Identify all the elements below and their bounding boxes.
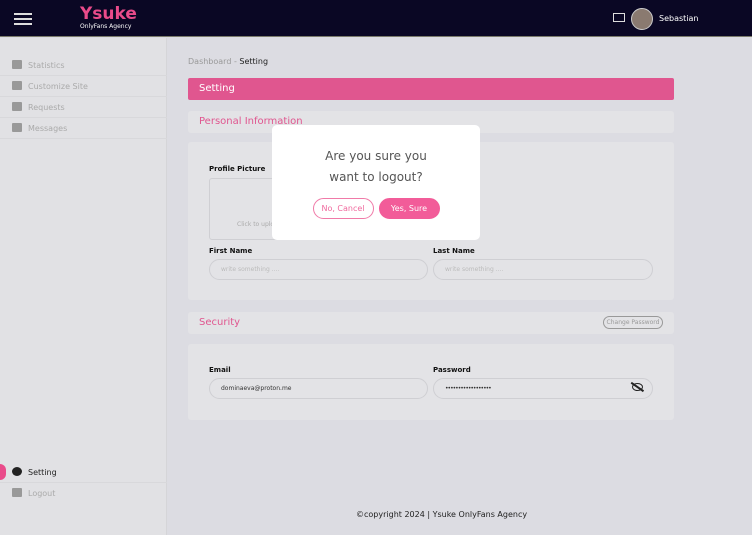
email-field[interactable]: dominaeva@proton.me: [209, 378, 428, 399]
last-name-label: Last Name: [433, 247, 475, 255]
mail-icon[interactable]: [613, 13, 625, 22]
last-name-input[interactable]: write something ....: [433, 259, 653, 280]
sidebar-item-messages[interactable]: Messages: [0, 118, 167, 139]
hamburger-menu-icon[interactable]: [14, 13, 32, 25]
customize-icon: [12, 81, 22, 90]
sidebar-item-label: Statistics: [28, 60, 65, 70]
sidebar-item-label: Customize Site: [28, 81, 88, 91]
profile-picture-label: Profile Picture: [209, 165, 266, 173]
top-header: Ysuke OnlyFans Agency Sebastian: [0, 0, 752, 37]
dialog-question: Are you sure you want to logout?: [325, 149, 427, 184]
breadcrumb: Dashboard - Setting: [188, 57, 268, 66]
confirm-logout-button[interactable]: Yes, Sure: [378, 198, 440, 219]
sidebar-item-setting[interactable]: Setting: [0, 462, 167, 483]
logout-icon: [12, 488, 22, 497]
logo[interactable]: Ysuke OnlyFans Agency: [80, 5, 137, 30]
footer-copyright: ©copyright 2024 | Ysuke OnlyFans Agency: [356, 510, 528, 519]
user-name[interactable]: Sebastian: [659, 14, 698, 23]
first-name-input[interactable]: write something ....: [209, 259, 428, 280]
sidebar-item-label: Messages: [28, 123, 68, 133]
gear-icon: [12, 467, 22, 476]
sidebar-item-logout[interactable]: Logout: [0, 483, 167, 504]
change-password-button[interactable]: Change Password: [603, 316, 663, 329]
email-label: Email: [209, 366, 231, 374]
first-name-label: First Name: [209, 247, 253, 255]
sidebar-item-label: Setting: [28, 467, 57, 477]
breadcrumb-current: Setting: [239, 57, 269, 66]
section-title: Security: [199, 317, 241, 328]
eye-off-icon[interactable]: [632, 383, 643, 391]
security-header: Security: [188, 312, 674, 334]
sidebar-item-customize-site[interactable]: Customize Site: [0, 76, 167, 97]
message-icon: [12, 123, 22, 132]
password-label: Password: [433, 366, 471, 374]
page-title: Setting: [188, 78, 674, 100]
breadcrumb-dashboard[interactable]: Dashboard: [188, 57, 231, 66]
requests-icon: [12, 102, 22, 111]
avatar[interactable]: [631, 8, 653, 30]
password-field[interactable]: ••••••••••••••••••: [433, 378, 653, 399]
brand-subtitle: OnlyFans Agency: [80, 23, 132, 30]
sidebar-item-statistics[interactable]: Statistics: [0, 55, 167, 76]
sidebar-item-label: Requests: [28, 102, 65, 112]
chart-icon: [12, 60, 22, 69]
sidebar-item-label: Logout: [28, 489, 56, 498]
cancel-button[interactable]: No, Cancel: [312, 198, 374, 219]
sidebar-item-requests[interactable]: Requests: [0, 97, 167, 118]
brand-name: Ysuke: [80, 4, 137, 24]
logout-confirm-dialog: Are you sure you want to logout? No, Can…: [272, 125, 480, 240]
